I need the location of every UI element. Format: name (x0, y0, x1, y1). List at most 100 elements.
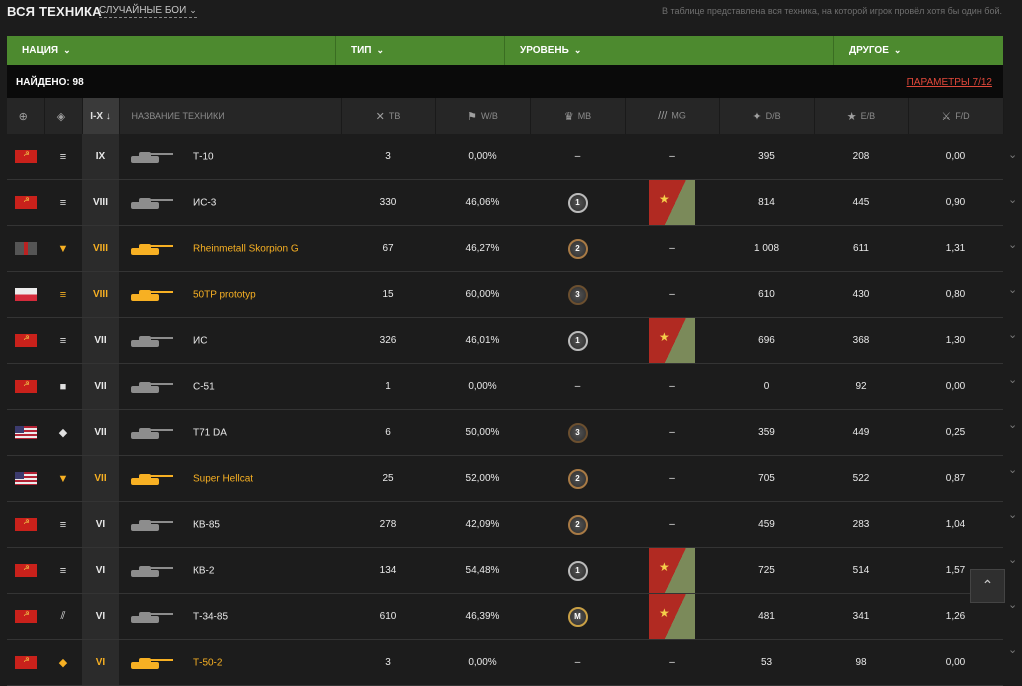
mastery-cell: 3 (530, 271, 625, 318)
row-expand-chevron-icon[interactable]: ⌄ (1008, 148, 1017, 161)
col-tier[interactable]: I-X ↓ (82, 98, 120, 134)
params-link[interactable]: ПАРАМЕТРЫ 7/12 (907, 77, 992, 88)
chevron-down-icon: ⌄ (573, 45, 582, 55)
type-cell: ≡ (44, 134, 82, 180)
marks-value: – (669, 151, 675, 162)
damage-cell: 459 (719, 501, 814, 548)
nation-cell (7, 409, 44, 456)
tier-cell: VI (82, 547, 119, 594)
table-row[interactable]: ≡ VIII 50TP prototyp 15 60,00% 3 – 610 430 0,80 (7, 271, 1003, 318)
vehicle-name: КВ-85 (193, 519, 220, 531)
vehicle-name: ИС-3 (193, 197, 217, 209)
mastery-badge-icon: 1 (567, 560, 588, 581)
row-expand-chevron-icon[interactable]: ⌄ (1008, 193, 1017, 206)
heavy-type-icon: ≡ (59, 288, 67, 301)
heavy-type-icon: ≡ (59, 196, 67, 209)
row-expand-chevron-icon[interactable]: ⌄ (1008, 553, 1017, 566)
winrate-cell: 46,01% (435, 317, 530, 364)
battle-mode-dropdown[interactable]: СЛУЧАЙНЫЕ БОИ ⌄ (99, 5, 197, 18)
row-expand-chevron-icon[interactable]: ⌄ (1008, 418, 1017, 431)
filter-level[interactable]: УРОВЕНЬ ⌄ (505, 36, 834, 65)
winrate-cell: 52,00% (435, 455, 530, 502)
vehicle-name: Т-50-2 (193, 657, 223, 669)
col-type[interactable]: ◈ (44, 98, 83, 134)
mastery-cell: 2 (530, 501, 625, 548)
exp-cell: 283 (814, 501, 908, 548)
damage-cell: 814 (719, 179, 814, 226)
col-exp[interactable]: ★ E/B (814, 98, 909, 134)
page-title: ВСЯ ТЕХНИКА (7, 4, 102, 19)
light-type-icon: ◆ (58, 657, 68, 669)
tank-silhouette-icon (129, 518, 175, 532)
nation-cell (7, 363, 44, 410)
table-row[interactable]: ⫽VIТ-34-8561046,39%M4813411,26 (7, 593, 1003, 640)
battles-cell: 3 (341, 134, 435, 180)
tier-cell: VIII (82, 179, 119, 226)
exp-cell: 445 (814, 179, 908, 226)
mastery-badge-icon: 3 (567, 422, 588, 443)
marks-value: – (669, 289, 675, 300)
chevron-down-icon: ⌄ (189, 5, 197, 15)
col-winrate[interactable]: ⚑ W/B (435, 98, 531, 134)
filter-nation[interactable]: НАЦИЯ ⌄ (7, 36, 336, 65)
table-row[interactable]: ≡VIКВ-213454,48%17255141,57 (7, 547, 1003, 594)
filter-other[interactable]: ДРУГОЕ ⌄ (834, 36, 1003, 65)
vehicle-name: Rheinmetall Skorpion G (193, 243, 299, 255)
col-nation[interactable]: ⊕ (7, 98, 45, 134)
table-row[interactable]: ≡ VIII ИС-3 33046,06% 1 8144450,90 (7, 179, 1003, 226)
frags-cell: 0,25 (908, 409, 1003, 456)
marks-cell: – (625, 409, 719, 456)
row-expand-chevron-icon[interactable]: ⌄ (1008, 283, 1017, 296)
table-row[interactable]: ▼ VIII Rheinmetall Skorpion G 67 46,27% 2 – 1 0… (7, 225, 1003, 272)
vehicle-table: ⊕ ◈ I-X ↓ НАЗВАНИЕ ТЕХНИКИ ✕ ТВ ⚑ W/B ♛ MB … (7, 98, 1004, 686)
tank-silhouette-icon (129, 564, 175, 578)
exp-cell: 522 (814, 455, 908, 502)
type-cell: ≡ (44, 317, 82, 364)
row-expand-chevron-icon[interactable]: ⌄ (1008, 463, 1017, 476)
ussr-flag-icon (14, 380, 37, 393)
table-row[interactable]: ▼ VII Super Hellcat 25 52,00% 2 – 705 522 0,87 (7, 455, 1003, 502)
vehicle-name: Т-10 (193, 151, 214, 163)
heavy-type-icon: ≡ (59, 518, 67, 531)
vehicle-name-cell: ИС (119, 317, 341, 364)
ussr-flag-icon (14, 518, 37, 531)
frags-cell: 1,04 (908, 501, 1003, 548)
nation-cell (7, 501, 44, 548)
table-header: ⊕ ◈ I-X ↓ НАЗВАНИЕ ТЕХНИКИ ✕ ТВ ⚑ W/B ♛ MB … (7, 98, 1004, 134)
marks-value: – (669, 657, 675, 668)
vehicle-name-cell: Rheinmetall Skorpion G (119, 225, 341, 272)
table-row[interactable]: ◆ VI Т-50-2 30,00% – – 53980,00 (7, 639, 1003, 686)
type-cell: ≡ (44, 547, 82, 594)
mastery-badge-icon: 2 (567, 514, 588, 535)
table-row[interactable]: ■ VII С-51 10,00% – – 0920,00 (7, 363, 1003, 410)
table-row[interactable]: ◆ VII T71 DA 6 50,00% 3 – 359 449 0,25 (7, 409, 1003, 456)
battles-cell: 25 (341, 455, 435, 502)
table-row[interactable]: ≡ IX Т-10 30,00% – – 3952080,00 (7, 134, 1003, 180)
row-expand-chevron-icon[interactable]: ⌄ (1008, 598, 1017, 611)
row-expand-chevron-icon[interactable]: ⌄ (1008, 508, 1017, 521)
col-mastery[interactable]: ♛ MB (530, 98, 626, 134)
col-battles[interactable]: ✕ ТВ (341, 98, 436, 134)
col-frags[interactable]: ⚔ F/D (908, 98, 1004, 134)
type-cell: ■ (44, 363, 82, 410)
col-name[interactable]: НАЗВАНИЕ ТЕХНИКИ (119, 98, 342, 134)
mastery-badge-icon: 2 (567, 468, 588, 489)
mastery-cell: – (530, 363, 625, 410)
col-marks[interactable]: ///MG (625, 98, 720, 134)
vehicle-name: ИС (193, 335, 208, 347)
row-expand-chevron-icon[interactable]: ⌄ (1008, 328, 1017, 341)
tank-silhouette-icon (129, 656, 175, 670)
tank-silhouette-icon (129, 472, 175, 486)
col-damage[interactable]: ✦ D/B (719, 98, 815, 134)
row-expand-chevron-icon[interactable]: ⌄ (1008, 643, 1017, 656)
scroll-to-top-button[interactable]: ⌃ (970, 569, 1005, 603)
table-row[interactable]: ≡ VII ИС 32646,01% 1 6963681,30 (7, 317, 1003, 364)
row-expand-chevron-icon[interactable]: ⌄ (1008, 373, 1017, 386)
type-cell: ▼ (44, 455, 82, 502)
row-expand-chevron-icon[interactable]: ⌄ (1008, 238, 1017, 251)
winrate-cell: 54,48% (435, 547, 530, 594)
filter-type[interactable]: ТИП ⌄ (336, 36, 505, 65)
table-row[interactable]: ≡ VI КВ-85 27842,09% 2 – 4592831,04 (7, 501, 1003, 548)
nation-cell (7, 317, 44, 364)
vehicle-name-cell: Т-50-2 (119, 639, 341, 686)
